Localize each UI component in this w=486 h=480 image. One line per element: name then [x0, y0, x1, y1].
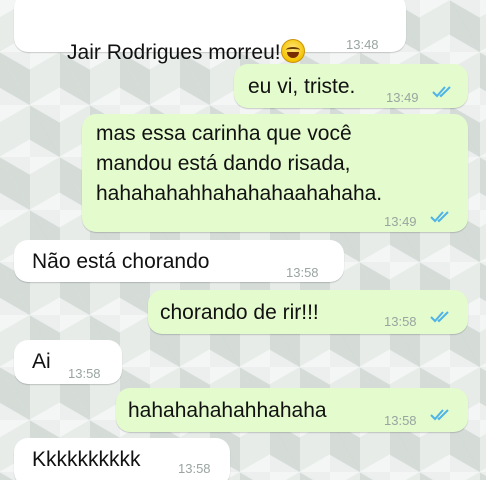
- double-check-read-icon: [430, 311, 449, 323]
- message-bubble-outgoing[interactable]: hahahahahahhahaha 13:58: [116, 388, 468, 432]
- message-bubble-outgoing[interactable]: mas essa carinha que você mandou está da…: [82, 114, 468, 232]
- message-timestamp: 13:58: [178, 461, 211, 476]
- message-text: hahahahahahhahaha: [128, 399, 327, 422]
- message-bubble-incoming[interactable]: Kkkkkkkkkk 13:58: [14, 438, 230, 480]
- message-bubble-outgoing[interactable]: chorando de rir!!! 13:58: [148, 290, 468, 334]
- message-text: eu vi, triste.: [248, 75, 356, 98]
- message-bubble-incoming[interactable]: Ai 13:58: [14, 340, 122, 384]
- message-bubble-incoming[interactable]: Jair Rodrigues morreu! 13:48: [14, 0, 406, 64]
- message-timestamp: 13:58: [286, 265, 319, 280]
- message-timestamp: 13:48: [346, 37, 379, 52]
- message-timestamp: 13:49: [386, 90, 419, 105]
- message-text-line: mas essa carinha que você: [96, 122, 352, 145]
- message-timestamp: 13:49: [384, 214, 417, 229]
- message-text: Não está chorando: [32, 250, 210, 273]
- message-text: Jair Rodrigues morreu!: [67, 41, 281, 64]
- message-timestamp: 13:58: [384, 413, 417, 428]
- message-text: Ai: [32, 350, 51, 373]
- double-check-read-icon: [430, 211, 449, 223]
- message-timestamp: 13:58: [68, 366, 101, 381]
- double-check-read-icon: [432, 86, 451, 98]
- message-text: chorando de rir!!!: [160, 301, 319, 324]
- message-text-line: hahahahahhahahahaahahaha.: [96, 182, 383, 205]
- message-text: Kkkkkkkkkk: [32, 448, 141, 471]
- message-timestamp: 13:58: [384, 314, 417, 329]
- double-check-read-icon: [430, 409, 449, 421]
- laughing-crying-emoji-icon: [280, 39, 305, 63]
- message-bubble-incoming[interactable]: Não está chorando 13:58: [14, 240, 344, 282]
- message-text-line: mandou está dando risada,: [96, 152, 351, 175]
- chat-conversation: Jair Rodrigues morreu! 13:48 eu vi, tris…: [0, 0, 486, 480]
- message-bubble-outgoing[interactable]: eu vi, triste. 13:49: [234, 64, 468, 108]
